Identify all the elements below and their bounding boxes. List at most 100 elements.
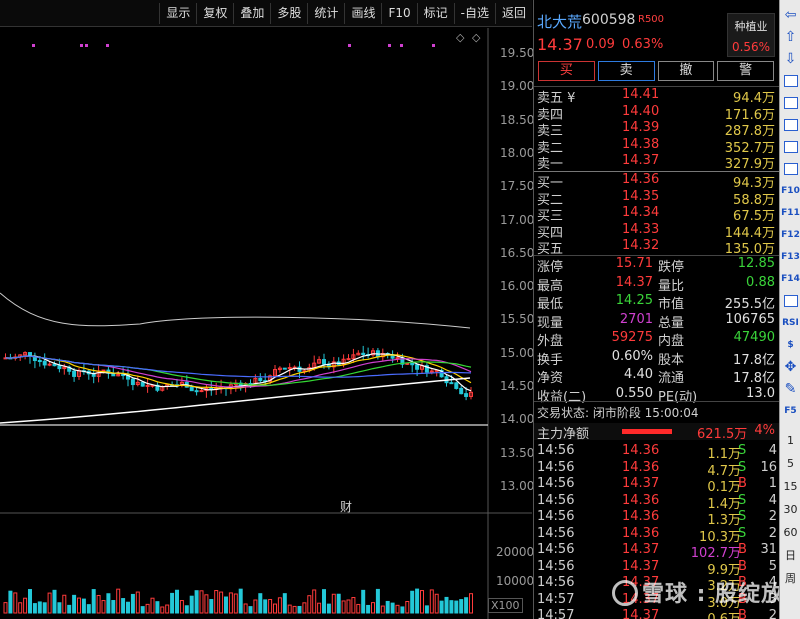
last-price: 14.37 [537, 35, 583, 54]
ask-row[interactable]: 卖五 ¥14.41 94.4万 [534, 87, 779, 106]
list-icon[interactable] [781, 94, 800, 112]
toolbar-button[interactable]: 多股 [270, 2, 307, 24]
up-arrow-icon[interactable]: ⇧ [781, 28, 800, 46]
tool-sidebar: ⇦ ⇧ ⇩ F10 F11 F12 F13 F14 RSI $ ✥ ✎ F5 1 5 15 30 60 日周 [779, 0, 800, 619]
period-0-button[interactable]: 1 [781, 432, 800, 450]
pencil-icon[interactable]: ✎ [781, 380, 800, 398]
diamond-icon: ◇ [472, 31, 481, 44]
bid-row[interactable]: 买三 14.34 67.5万 [534, 205, 779, 224]
stat-label: 涨停 [537, 260, 564, 275]
tick-row: 14:56 14.36 1.4万 S 4 [534, 493, 779, 512]
f12-icon[interactable]: F12 [781, 226, 800, 244]
rsi-icon[interactable]: RSI [781, 314, 800, 332]
stat-value: 12.85 [737, 256, 775, 271]
volume-bar [253, 599, 258, 614]
f10-icon[interactable]: F10 [781, 182, 800, 200]
volume-bar [155, 601, 160, 614]
tick-side: B [738, 476, 747, 491]
price-axis-tick: 14.50 [500, 379, 535, 393]
toolbar-button[interactable]: 叠加 [233, 2, 270, 24]
f14-icon[interactable]: F14 [781, 270, 800, 288]
candle-body [464, 393, 469, 397]
period-1-button[interactable]: 5 [781, 455, 800, 473]
price-change-pct: 0.63% [622, 37, 664, 52]
down-arrow-icon[interactable]: ⇩ [781, 50, 800, 68]
candle-body [395, 357, 400, 360]
main-fund-row[interactable]: 主力净额 621.5万 4% [534, 423, 779, 442]
level-price: 14.38 [622, 136, 660, 152]
period-4-button[interactable]: 60 [781, 524, 800, 542]
volume-bar [366, 604, 371, 614]
volume-bar [292, 605, 297, 614]
toolbar-button[interactable]: F10 [381, 2, 416, 24]
volume-bar [346, 599, 351, 614]
f13-icon[interactable]: F13 [781, 248, 800, 266]
toolbar-button[interactable]: 标记 [416, 2, 454, 24]
stat-row: 换手 0.60% 股本 17.8亿 [534, 349, 779, 368]
tick-price: 14.37 [622, 558, 660, 574]
stat-value: 13.0 [746, 385, 775, 401]
table-icon[interactable] [781, 160, 800, 178]
sell-button[interactable]: 卖 [597, 61, 655, 81]
main-fund-label: 主力净额 [537, 427, 590, 442]
sector-box[interactable]: 种植业 0.56% [727, 13, 775, 57]
cancel-order-button[interactable]: 撤 [657, 61, 715, 81]
bid-row[interactable]: 买四 14.33 144.4万 [534, 222, 779, 241]
candle-icon[interactable] [781, 138, 800, 156]
dollar-icon[interactable]: $ [781, 336, 800, 354]
toolbar-button[interactable]: 复权 [196, 2, 233, 24]
watermark: 雪球 : 股绽放 [642, 582, 785, 607]
volume-bar [67, 604, 72, 614]
toolbar-button[interactable]: 返回 [494, 2, 532, 24]
move-icon[interactable]: ✥ [781, 358, 800, 376]
level-price: 14.40 [622, 103, 660, 119]
price-axis-tick: 19.50 [500, 46, 535, 60]
period-3-button[interactable]: 30 [781, 501, 800, 519]
volume-bar [307, 595, 312, 614]
bid-row[interactable]: 买五 14.32 135.0万 [534, 238, 779, 257]
period-5-button[interactable]: 日 [781, 547, 800, 565]
stock-name[interactable]: 北大荒 [537, 11, 582, 32]
candle-body [410, 362, 415, 366]
kline-chart[interactable]: ◇ ◇ 19.50 19.00 18.50 18.00 17.50 17.00 16.50 16… [0, 28, 535, 619]
toolbar-button[interactable]: -自选 [453, 2, 495, 24]
stock-code: 600598 [582, 12, 636, 28]
grid-icon[interactable] [781, 72, 800, 90]
kline-chart-canvas[interactable]: ◇ ◇ [0, 28, 532, 619]
period-6-button[interactable]: 周 [781, 570, 800, 588]
volume-bar [81, 598, 86, 614]
line-chart-icon[interactable] [781, 116, 800, 134]
volume-bar [145, 603, 150, 614]
stat-label: 现量 [537, 315, 564, 331]
period-2-button[interactable]: 15 [781, 478, 800, 496]
candle-body [449, 382, 454, 385]
tick-time: 14:56 [537, 476, 575, 491]
toolbar-button[interactable]: 画线 [344, 2, 381, 24]
buy-button[interactable]: 买 [538, 61, 595, 81]
f5-icon[interactable]: F5 [781, 402, 800, 420]
stat-row: 最高 14.37 量比 0.88 [534, 275, 779, 294]
ask-row[interactable]: 卖四 14.40 171.6万 [534, 103, 779, 123]
volume-bar [140, 606, 145, 614]
volume-bar [214, 590, 219, 614]
f11-icon[interactable]: F11 [781, 204, 800, 222]
toolbar-button[interactable]: 统计 [307, 2, 344, 24]
tick-time: 14:57 [537, 608, 575, 619]
tick-price: 14.36 [622, 443, 660, 458]
wave-icon[interactable] [781, 292, 800, 310]
volume-bar [287, 604, 292, 614]
tick-price: 14.37 [622, 476, 660, 491]
alert-button[interactable]: 警 [717, 61, 774, 81]
ask-row[interactable]: 卖二 14.38 352.7万 [534, 136, 779, 156]
tick-side: S [738, 509, 747, 524]
volume-bar [439, 600, 444, 614]
stat-value: 255.5亿 [724, 297, 775, 312]
bid-row[interactable]: 买一 14.36 94.3万 [534, 172, 779, 191]
sector-pct: 0.56% [731, 40, 771, 54]
ask-row[interactable]: 卖一 14.37 327.9万 [534, 153, 779, 172]
ask-row[interactable]: 卖三 14.39 287.8万 [534, 120, 779, 139]
bid-row[interactable]: 买二 14.35 58.8万 [534, 189, 779, 208]
left-arrow-icon[interactable]: ⇦ [781, 6, 800, 24]
toolbar-button[interactable]: 显示 [159, 2, 196, 24]
event-marker[interactable]: 财 [340, 498, 352, 515]
